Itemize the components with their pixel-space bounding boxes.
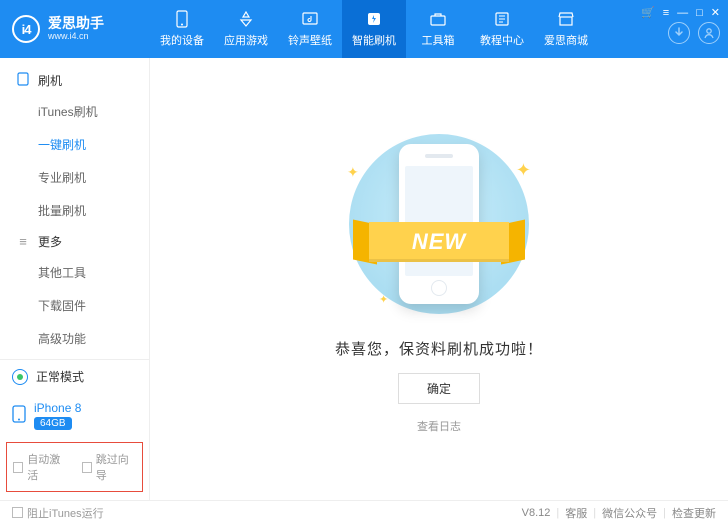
phone-icon — [12, 405, 26, 426]
logo-icon: i4 — [12, 15, 40, 43]
top-nav: 我的设备应用游戏铃声壁纸智能刷机工具箱教程中心爱思商城 — [150, 0, 598, 58]
storage-badge: 64GB — [34, 417, 72, 430]
view-log-link[interactable]: 查看日志 — [417, 418, 461, 434]
main-content: ✦✦✦ NEW 恭喜您，保资料刷机成功啦！ 确定 查看日志 — [150, 58, 728, 500]
device-icon — [16, 72, 30, 89]
toolbox-icon — [429, 10, 447, 28]
support-link[interactable]: 客服 — [565, 505, 587, 521]
sidebar-group-0: 刷机 — [0, 66, 149, 95]
success-message: 恭喜您，保资料刷机成功啦！ — [335, 338, 543, 359]
nav-apps[interactable]: 应用游戏 — [214, 0, 278, 58]
nav-flash[interactable]: 智能刷机 — [342, 0, 406, 58]
store-icon — [557, 10, 575, 28]
nav-toolbox[interactable]: 工具箱 — [406, 0, 470, 58]
flash-icon — [366, 10, 382, 28]
brand-name: 爱思助手 — [48, 16, 104, 31]
sidebar-item-1-2[interactable]: 高级功能 — [0, 322, 149, 355]
phone-icon — [174, 10, 190, 28]
nav-book[interactable]: 教程中心 — [470, 0, 534, 58]
status-dot-icon — [12, 369, 28, 385]
sidebar-item-0-0[interactable]: iTunes刷机 — [0, 95, 149, 128]
mode-label: 正常模式 — [36, 368, 84, 385]
connected-device[interactable]: iPhone 8 64GB — [0, 393, 149, 438]
nav-music[interactable]: 铃声壁纸 — [278, 0, 342, 58]
apps-icon — [238, 10, 254, 28]
check-update-link[interactable]: 检查更新 — [672, 505, 716, 521]
download-icon — [673, 27, 685, 39]
skip-guide-checkbox[interactable]: 跳过向导 — [82, 451, 137, 483]
menu-icon[interactable]: ≡ — [663, 7, 669, 19]
auto-activate-checkbox[interactable]: 自动激活 — [13, 451, 68, 483]
success-illustration: ✦✦✦ NEW — [339, 124, 539, 324]
sidebar-item-1-0[interactable]: 其他工具 — [0, 256, 149, 289]
nav-phone[interactable]: 我的设备 — [150, 0, 214, 58]
status-bar: 阻止iTunes运行 V8.12 | 客服 | 微信公众号 | 检查更新 — [0, 500, 728, 524]
confirm-button[interactable]: 确定 — [398, 373, 480, 404]
close-icon[interactable]: ✕ — [711, 6, 720, 19]
sidebar-item-0-3[interactable]: 批量刷机 — [0, 194, 149, 227]
wechat-link[interactable]: 微信公众号 — [602, 505, 657, 521]
sidebar-item-1-1[interactable]: 下载固件 — [0, 289, 149, 322]
more-icon: ≡ — [16, 234, 30, 249]
sidebar: 刷机iTunes刷机一键刷机专业刷机批量刷机≡更多其他工具下载固件高级功能 正常… — [0, 58, 150, 500]
sidebar-item-0-2[interactable]: 专业刷机 — [0, 161, 149, 194]
download-button[interactable] — [668, 22, 690, 44]
app-header: i4 爱思助手 www.i4.cn 我的设备应用游戏铃声壁纸智能刷机工具箱教程中… — [0, 0, 728, 58]
sidebar-group-1: ≡更多 — [0, 227, 149, 256]
user-button[interactable] — [698, 22, 720, 44]
device-name: iPhone 8 — [34, 401, 81, 415]
music-icon — [301, 10, 319, 28]
book-icon — [494, 10, 510, 28]
nav-store[interactable]: 爱思商城 — [534, 0, 598, 58]
version-label: V8.12 — [522, 507, 551, 519]
minimize-icon[interactable]: — — [677, 7, 688, 19]
user-icon — [703, 27, 715, 39]
brand-url: www.i4.cn — [48, 32, 104, 42]
sidebar-item-0-1[interactable]: 一键刷机 — [0, 128, 149, 161]
options-highlight: 自动激活 跳过向导 — [6, 442, 143, 492]
block-itunes-checkbox[interactable]: 阻止iTunes运行 — [12, 505, 104, 521]
new-ribbon-icon: NEW — [357, 218, 521, 266]
maximize-icon[interactable]: □ — [696, 7, 703, 19]
brand: i4 爱思助手 www.i4.cn — [0, 15, 150, 43]
window-controls: 🛒 ≡ — □ ✕ — [641, 6, 720, 19]
cart-icon[interactable]: 🛒 — [641, 6, 655, 19]
device-mode[interactable]: 正常模式 — [0, 360, 149, 393]
